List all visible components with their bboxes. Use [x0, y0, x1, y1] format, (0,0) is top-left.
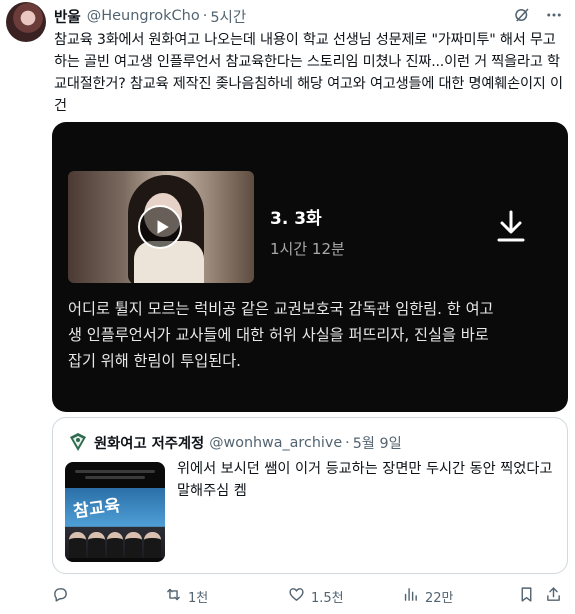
views-count: 22만	[425, 590, 454, 606]
retweet-icon	[165, 586, 182, 607]
separator-dot: ·	[345, 434, 350, 451]
episode-synopsis: 어디로 튈지 모르는 럭비공 같은 교권보호국 감독관 임한림. 한 여고생 인…	[68, 300, 494, 370]
poster-title: 참교육	[72, 495, 122, 523]
quote-media-thumbnail[interactable]: 참교육	[65, 462, 165, 562]
separator-dot: ·	[202, 8, 208, 24]
quote-date[interactable]: 5월 9일	[353, 432, 402, 453]
quote-header: 원화여고 저주계정 @wonhwa_archive · 5월 9일	[94, 432, 402, 453]
more-icon[interactable]	[545, 6, 563, 28]
author-name[interactable]: 반울	[54, 6, 81, 27]
share-icon	[545, 586, 562, 607]
retweet-button[interactable]: 1천	[165, 586, 208, 607]
download-icon[interactable]	[496, 210, 526, 242]
share-button[interactable]	[545, 586, 562, 607]
drama-poster: 참교육	[65, 488, 165, 558]
action-bar: 1천 1.5천 22만	[52, 585, 568, 607]
play-icon[interactable]	[138, 205, 182, 249]
views-button[interactable]: 22만	[402, 586, 454, 607]
quote-author-name[interactable]: 원화여고 저주계정	[94, 432, 204, 453]
header-icons	[513, 6, 563, 28]
quoted-tweet[interactable]: 원화여고 저주계정 @wonhwa_archive · 5월 9일 참교육 위에…	[52, 417, 568, 574]
grok-icon[interactable]	[513, 6, 531, 28]
author-handle[interactable]: @HeungrokCho	[87, 8, 200, 24]
bookmark-icon	[518, 586, 535, 607]
retweet-count: 1천	[188, 590, 209, 606]
quote-text: 위에서 보시던 쌤이 이거 등교하는 장면만 두시간 동안 찍었다고 말해주심 …	[177, 461, 553, 499]
episode-title: 3. 3화	[270, 209, 322, 229]
tweet-text: 참교육 3화에서 원화여고 나오는데 내용이 학교 선생님 성문제로 "가짜미투…	[54, 32, 563, 114]
author-avatar[interactable]	[6, 2, 46, 42]
bookmark-button[interactable]	[518, 586, 535, 607]
like-count: 1.5천	[311, 590, 344, 606]
episode-duration: 1시간 12분	[270, 240, 345, 258]
views-icon	[402, 586, 419, 607]
quote-avatar[interactable]	[68, 432, 88, 452]
like-icon	[288, 586, 305, 607]
quote-author-handle[interactable]: @wonhwa_archive	[209, 435, 342, 451]
tweet-time[interactable]: 5시간	[210, 6, 246, 27]
video-card[interactable]: 3. 3화 1시간 12분 어디로 튈지 모르는 럭비공 같은 교권보호국 감독…	[52, 122, 568, 412]
reply-button[interactable]	[52, 586, 75, 607]
tweet-header: 반울 @HeungrokCho · 5시간	[54, 6, 563, 26]
like-button[interactable]: 1.5천	[288, 586, 344, 607]
reply-icon	[52, 586, 69, 607]
video-thumbnail[interactable]	[68, 171, 254, 283]
